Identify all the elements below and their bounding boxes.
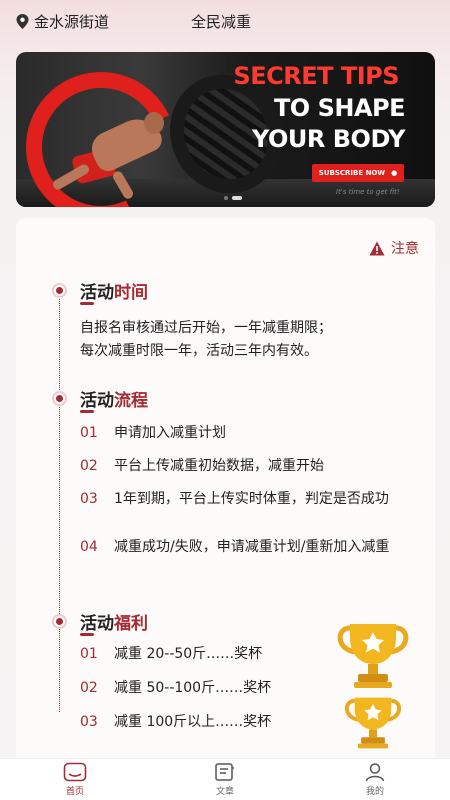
benefit-number: 01 (80, 646, 98, 662)
section-title-suffix: 时间 (114, 283, 148, 303)
time-line-1: 自报名审核通过后开始，一年减重期限； (80, 320, 332, 336)
tab-label: 文章 (215, 787, 234, 797)
tab-home[interactable]: 首页 (0, 759, 150, 800)
section-title-time: 活动时间 (80, 278, 148, 303)
trophy-icon (337, 624, 409, 688)
section-underline (80, 633, 94, 636)
process-step: 04 减重成功/失败，申请减重计划/重新加入减重 (80, 537, 425, 558)
section-title-benefit: 活动福利 (80, 609, 148, 634)
step-number: 04 (80, 539, 98, 555)
tab-profile[interactable]: 我的 (300, 759, 450, 800)
tab-articles[interactable]: 文章 (150, 759, 300, 800)
notice-label: 注意 (391, 241, 419, 257)
tab-label: 我的 (365, 787, 384, 797)
carousel-dot[interactable] (224, 196, 228, 200)
process-step: 01 申请加入减重计划 (80, 423, 425, 444)
section-title-prefix: 活动 (80, 391, 114, 411)
timeline-line (59, 292, 60, 712)
location-selector[interactable]: 金水源街道 (16, 11, 109, 32)
carousel-indicator (224, 196, 242, 200)
tab-label: 首页 (65, 787, 84, 797)
time-line-2: 每次减重时限一年，活动三年内有效。 (80, 343, 318, 359)
time-description: 自报名审核通过后开始，一年减重期限； 每次减重时限一年，活动三年内有效。 (80, 317, 410, 363)
step-text: 1年到期，平台上传实时体重，判定是否成功 (114, 491, 389, 507)
section-title-prefix: 活动 (80, 614, 114, 634)
banner-headline-3: YOUR BODY (252, 125, 406, 153)
section-underline (80, 302, 94, 305)
section-title-process: 活动流程 (80, 386, 148, 411)
activity-card: 注意 活动时间 自报名审核通过后开始，一年减重期限； 每次减重时限一年，活动三年… (16, 218, 435, 758)
timeline-dot (52, 614, 67, 629)
benefit-number: 03 (80, 714, 98, 730)
step-number: 01 (80, 425, 98, 441)
athlete-head (144, 112, 164, 134)
warning-icon (369, 241, 385, 255)
step-number: 03 (80, 491, 98, 507)
step-text: 减重成功/失败，申请减重计划/重新加入减重 (114, 539, 390, 555)
user-icon (365, 763, 385, 782)
page-title: 全民减重 (191, 13, 252, 31)
section-underline (80, 410, 94, 413)
subscribe-button[interactable]: SUBSCRIBE NOW ● (312, 164, 404, 182)
step-number: 02 (80, 458, 98, 474)
trophy-icon (344, 697, 402, 749)
section-title-suffix: 福利 (114, 614, 148, 634)
process-step: 03 1年到期，平台上传实时体重，判定是否成功 (80, 489, 425, 510)
location-pin-icon (16, 14, 29, 29)
banner-tagline: It's time to get fit! (336, 188, 400, 196)
article-icon (215, 763, 234, 781)
step-text: 申请加入减重计划 (114, 425, 226, 441)
banner-headline-2: TO SHAPE (273, 94, 406, 122)
step-text: 平台上传减重初始数据，减重开始 (114, 458, 324, 474)
home-icon (63, 762, 87, 782)
process-step: 02 平台上传减重初始数据，减重开始 (80, 456, 425, 477)
notice-link[interactable]: 注意 (369, 238, 419, 258)
top-bar: 金水源街道 全民减重 (0, 0, 450, 44)
subscribe-label: SUBSCRIBE NOW (318, 169, 386, 177)
bottom-tab-bar: 首页 文章 我的 (0, 758, 450, 800)
banner-headline-1: SECRET TIPS (233, 62, 399, 90)
arrow-icon: ● (391, 169, 398, 177)
location-label: 金水源街道 (34, 13, 110, 31)
benefit-number: 02 (80, 680, 98, 696)
timeline-dot (52, 391, 67, 406)
timeline-dot (52, 283, 67, 298)
carousel-dot-active[interactable] (232, 196, 242, 200)
promo-banner[interactable]: SECRET TIPS TO SHAPE YOUR BODY SUBSCRIBE… (16, 52, 435, 207)
section-title-suffix: 流程 (114, 391, 148, 411)
section-title-prefix: 活动 (80, 283, 114, 303)
